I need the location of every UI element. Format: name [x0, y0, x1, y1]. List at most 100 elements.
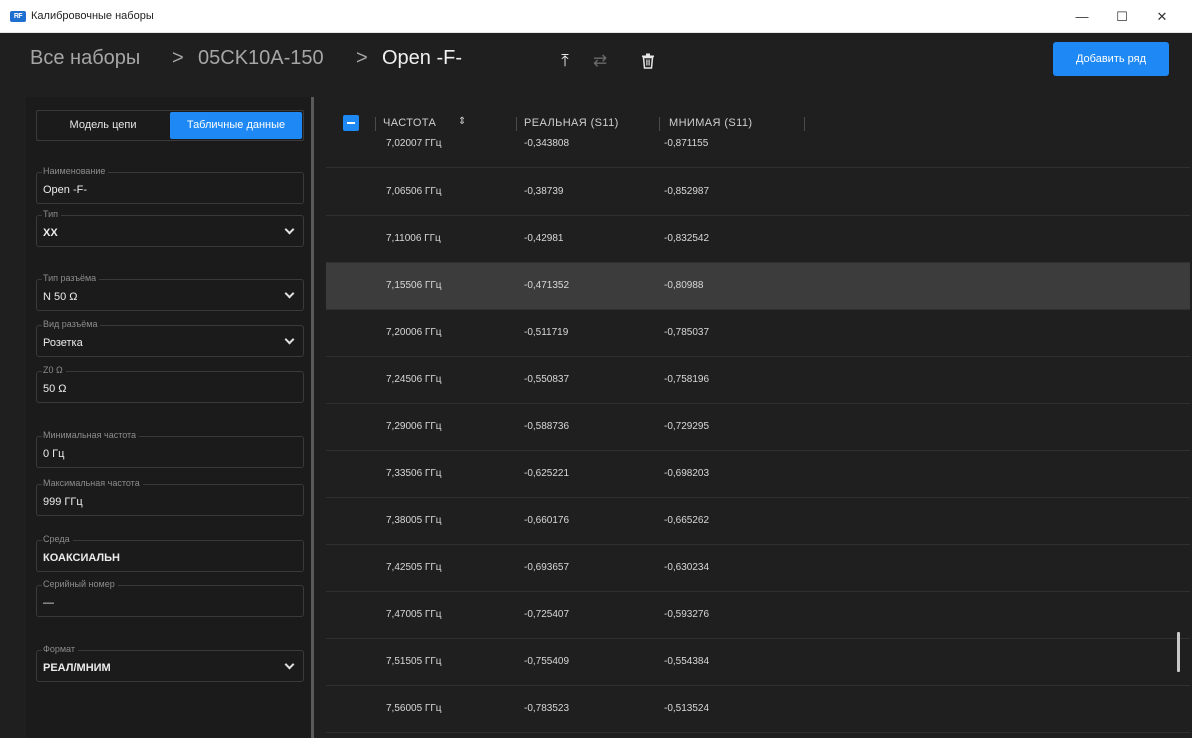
real-cell: -0,693657 [524, 562, 570, 573]
connector-type-label: Тип разъёма [42, 273, 100, 283]
serial-number-field[interactable]: Серийный номер — [36, 579, 304, 617]
max-frequency-field[interactable]: Максимальная частота 999 ГГц [36, 478, 304, 516]
min-frequency-value: 0 Гц [43, 448, 65, 460]
real-cell: -0,625221 [524, 468, 570, 479]
minimize-icon[interactable]: — [1067, 6, 1097, 28]
app-body: Все наборы > 05CK10A-150 > Open -F- ⤒ ⇄ … [0, 33, 1192, 738]
z0-label: Z0 Ω [42, 365, 66, 375]
table-row[interactable]: 7,29006 ГГц -0,588736 -0,729295 [326, 404, 1190, 451]
properties-panel: Модель цепи Табличные данные Наименовани… [26, 97, 311, 738]
panel-splitter[interactable] [311, 97, 314, 738]
format-label: Формат [42, 644, 78, 654]
window-title: Калибровочные наборы [31, 10, 154, 22]
column-header-frequency[interactable]: ЧАСТОТА [383, 117, 436, 129]
frequency-cell: 7,33506 ГГц [386, 468, 442, 479]
select-all-checkbox[interactable] [343, 115, 359, 131]
header: Все наборы > 05CK10A-150 > Open -F- ⤒ ⇄ … [0, 33, 1192, 91]
name-field[interactable]: Наименование Open -F- [36, 166, 304, 204]
breadcrumb-current: Open -F- [382, 47, 463, 69]
real-cell: -0,588736 [524, 421, 570, 432]
close-icon[interactable]: ✕ [1147, 6, 1177, 28]
max-frequency-value: 999 ГГц [43, 496, 83, 508]
imag-cell: -0,698203 [664, 468, 710, 479]
maximize-icon[interactable]: ☐ [1107, 6, 1137, 28]
column-divider [804, 117, 805, 131]
real-cell: -0,660176 [524, 515, 570, 526]
table-row[interactable]: 7,06506 ГГц -0,38739 -0,852987 [326, 169, 1190, 216]
table-row[interactable]: 7,24506 ГГц -0,550837 -0,758196 [326, 357, 1190, 404]
tab-circuit-model[interactable]: Модель цепи [38, 112, 168, 139]
imag-cell: -0,729295 [664, 421, 710, 432]
table-row[interactable]: 7,38005 ГГц -0,660176 -0,665262 [326, 498, 1190, 545]
column-header-real[interactable]: РЕАЛЬНАЯ (S11) [524, 117, 619, 129]
table-row[interactable]: 7,42505 ГГц -0,693657 -0,630234 [326, 545, 1190, 592]
real-cell: -0,550837 [524, 374, 570, 385]
imag-cell: -0,832542 [664, 233, 710, 244]
frequency-cell: 7,06506 ГГц [386, 186, 442, 197]
column-divider [516, 117, 517, 131]
frequency-cell: 7,56005 ГГц [386, 703, 442, 714]
frequency-cell: 7,29006 ГГц [386, 421, 442, 432]
table-row[interactable]: 7,51505 ГГц -0,755409 -0,554384 [326, 639, 1190, 686]
type-select[interactable]: Тип XX [36, 209, 304, 247]
frequency-cell: 7,24506 ГГц [386, 374, 442, 385]
frequency-cell: 7,15506 ГГц [386, 280, 442, 291]
frequency-cell: 7,47005 ГГц [386, 609, 442, 620]
min-frequency-field[interactable]: Минимальная частота 0 Гц [36, 430, 304, 468]
name-value: Open -F- [43, 184, 88, 196]
table-row[interactable]: 7,11006 ГГц -0,42981 -0,832542 [326, 216, 1190, 263]
sort-icon[interactable]: ⇕ [458, 116, 466, 127]
breadcrumb-all-kits[interactable]: Все наборы [30, 47, 140, 70]
real-cell: -0,783523 [524, 703, 570, 714]
chevron-down-icon [284, 288, 295, 299]
imag-cell: -0,852987 [664, 186, 710, 197]
imag-cell: -0,758196 [664, 374, 710, 385]
trash-icon[interactable] [638, 51, 658, 71]
frequency-cell: 7,38005 ГГц [386, 515, 442, 526]
table-row[interactable]: 7,47005 ГГц -0,725407 -0,593276 [326, 592, 1190, 639]
data-table: 7,02007 ГГц -0,343808 -0,871155 7,06506 … [326, 97, 1192, 738]
serial-number-value: — [43, 597, 54, 609]
table-row[interactable]: 7,56005 ГГц -0,783523 -0,513524 [326, 686, 1190, 733]
max-frequency-label: Максимальная частота [42, 478, 143, 488]
table-row[interactable]: 7,02007 ГГц -0,343808 -0,871155 [326, 137, 1190, 168]
table-header: ЧАСТОТА ⇕ РЕАЛЬНАЯ (S11) МНИМАЯ (S11) [326, 109, 1192, 139]
imag-cell: -0,80988 [664, 280, 704, 291]
format-value: РЕАЛ/МНИМ [43, 662, 111, 674]
imag-cell: -0,630234 [664, 562, 710, 573]
frequency-cell: 7,51505 ГГц [386, 656, 442, 667]
connector-type-value: N 50 Ω [43, 291, 78, 303]
name-label: Наименование [42, 166, 109, 176]
real-cell: -0,725407 [524, 609, 570, 620]
table-row[interactable]: 7,15506 ГГц -0,471352 -0,80988 [326, 263, 1190, 310]
imag-cell: -0,785037 [664, 327, 710, 338]
imag-cell: -0,665262 [664, 515, 710, 526]
table-row[interactable]: 7,20006 ГГц -0,511719 -0,785037 [326, 310, 1190, 357]
type-label: Тип [42, 209, 62, 219]
real-cell: -0,755409 [524, 656, 570, 667]
table-body: 7,02007 ГГц -0,343808 -0,871155 7,06506 … [326, 97, 1192, 738]
connector-kind-select[interactable]: Вид разъёма Розетка [36, 319, 304, 357]
medium-field[interactable]: Среда КОАКСИАЛЬН [36, 534, 304, 572]
table-row[interactable]: 7,33506 ГГц -0,625221 -0,698203 [326, 451, 1190, 498]
frequency-cell: 7,42505 ГГц [386, 562, 442, 573]
chevron-down-icon [284, 224, 295, 235]
upload-icon[interactable]: ⤒ [555, 51, 575, 71]
format-select[interactable]: Формат РЕАЛ/МНИМ [36, 644, 304, 682]
app-logo-icon: RF [10, 11, 26, 22]
add-row-button[interactable]: Добавить ряд [1053, 42, 1169, 76]
frequency-cell: 7,20006 ГГц [386, 327, 442, 338]
medium-value: КОАКСИАЛЬН [43, 552, 121, 564]
table-scrollbar[interactable] [1177, 632, 1180, 672]
real-cell: -0,38739 [524, 186, 564, 197]
z0-value: 50 Ω [43, 383, 67, 395]
tab-table-data[interactable]: Табличные данные [170, 112, 302, 139]
breadcrumb-kit[interactable]: 05CK10A-150 [198, 47, 324, 70]
connector-type-select[interactable]: Тип разъёма N 50 Ω [36, 273, 304, 311]
imag-cell: -0,593276 [664, 609, 710, 620]
real-cell: -0,42981 [524, 233, 564, 244]
imag-cell: -0,513524 [664, 703, 710, 714]
column-header-imag[interactable]: МНИМАЯ (S11) [669, 117, 752, 129]
z0-field[interactable]: Z0 Ω 50 Ω [36, 365, 304, 403]
swap-icon[interactable]: ⇄ [590, 51, 610, 71]
